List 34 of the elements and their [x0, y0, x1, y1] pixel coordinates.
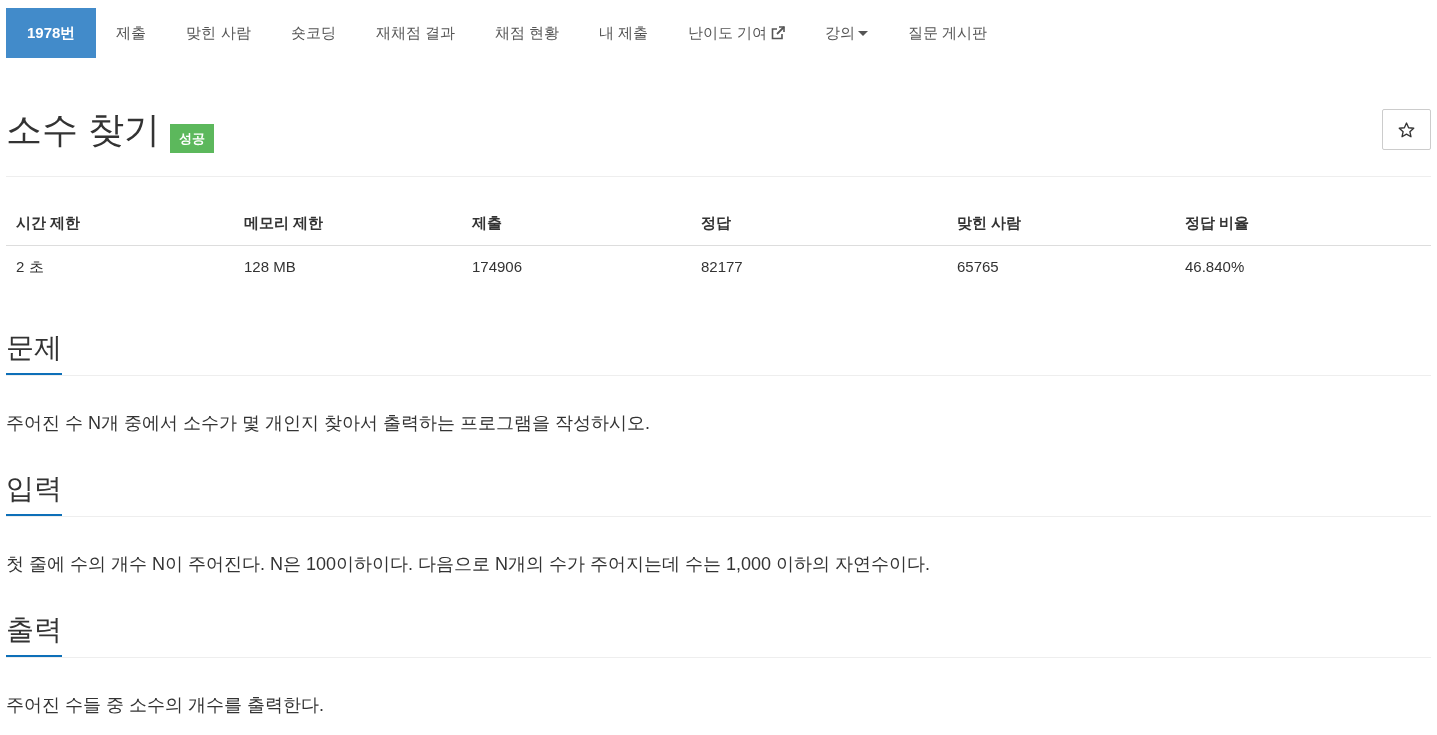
column-header: 제출	[471, 213, 503, 233]
star-button[interactable]	[1382, 109, 1431, 150]
table-cell-text: 46.840%	[1184, 257, 1246, 277]
problem-title: 소수 찾기	[6, 110, 160, 150]
nav-tab[interactable]: 질문 게시판	[888, 8, 1008, 58]
table-cell-text: 82177	[700, 257, 744, 277]
table-cell-text: 65765	[956, 257, 1000, 277]
section-text: 첫 줄에 수의 개수 N이 주어진다. N은 100이하이다. 다음으로 N개의 수가 주어지는데 수는 1,000 이하의 자연수이다.	[6, 553, 932, 576]
nav-tab[interactable]: 재채점 결과	[355, 8, 475, 58]
section-heading: 출력	[6, 614, 62, 657]
nav-tab[interactable]: 맞힌 사람	[166, 8, 271, 58]
nav-tab[interactable]: 1978번	[6, 8, 97, 58]
section-text: 주어진 수 N개 중에서 소수가 몇 개인지 찾아서 출력하는 프로그램을 작성하시오.	[6, 412, 651, 435]
nav-tab[interactable]: 제출	[96, 8, 167, 58]
nav-tab[interactable]: 강의	[805, 8, 889, 58]
nav-tab[interactable]: 채점 현황	[474, 8, 579, 58]
table-cell-text: 2 초	[15, 257, 45, 277]
column-header: 메모리 제한	[243, 213, 325, 233]
section-heading: 문제	[6, 332, 62, 375]
column-header: 맞힌 사람	[956, 213, 1023, 233]
column-header: 정답	[700, 213, 732, 233]
nav-tab[interactable]: 내 제출	[578, 8, 669, 58]
nav-tab[interactable]: 난이도 기여	[668, 8, 806, 58]
status-badge: 성공	[170, 124, 214, 153]
external-link-icon	[771, 26, 786, 40]
star-icon	[1398, 121, 1415, 138]
section-text: 주어진 수들 중 소수의 개수를 출력한다.	[6, 694, 325, 717]
section-heading: 입력	[6, 473, 62, 516]
table-cell-text: 128 MB	[243, 257, 297, 277]
column-header: 정답 비율	[1184, 213, 1251, 233]
nav-tab[interactable]: 숏코딩	[270, 8, 356, 58]
caret-down-icon	[858, 30, 869, 36]
column-header: 시간 제한	[15, 213, 82, 233]
table-cell-text: 174906	[471, 257, 524, 277]
